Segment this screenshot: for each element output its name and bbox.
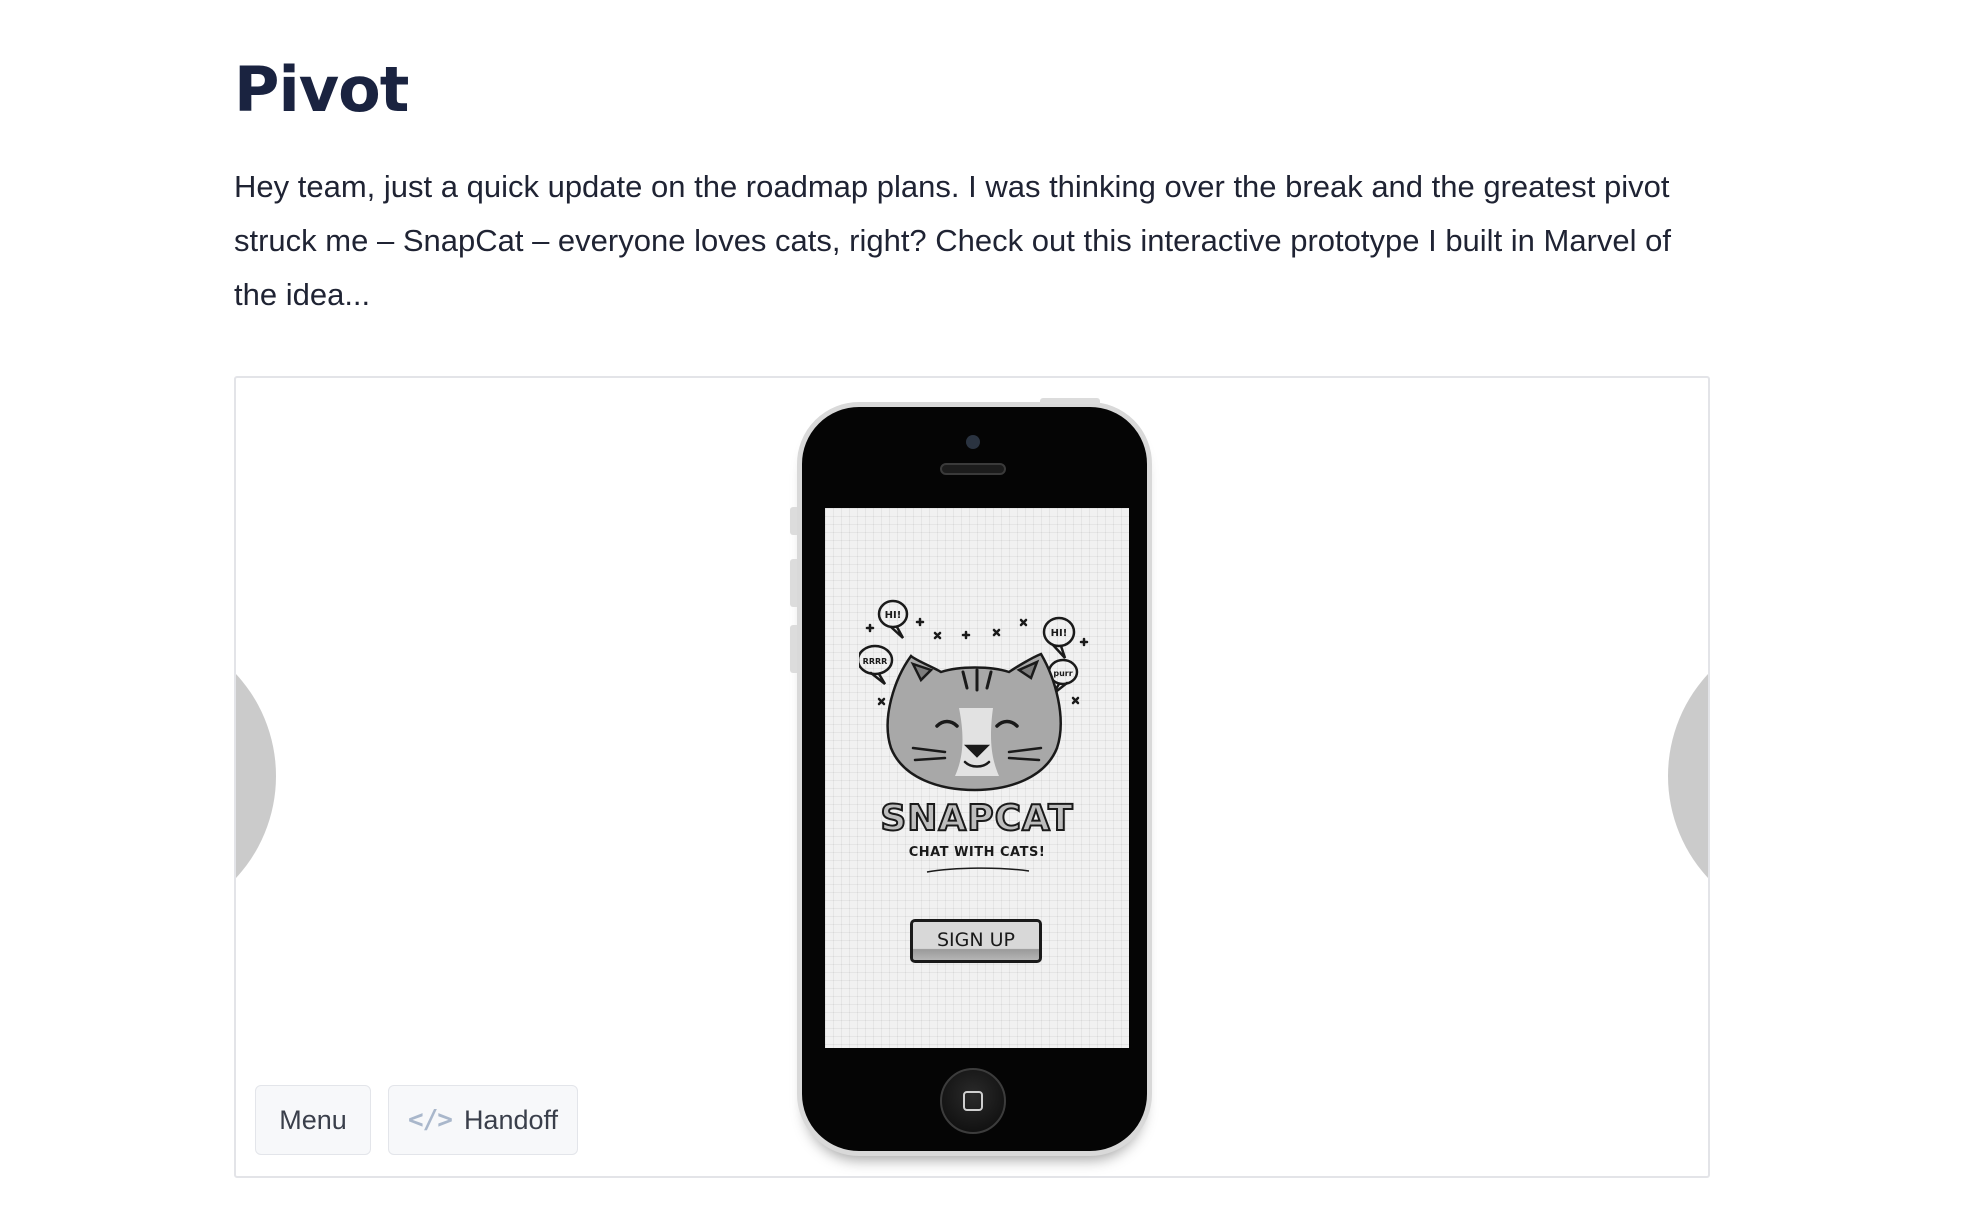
page-title: Pivot [234,53,409,126]
prototype-embed[interactable]: HI! RRRR HI! purr SNAPCAT CHAT WITH CATS… [234,376,1710,1178]
handoff-button[interactable]: </> Handoff [388,1085,578,1155]
home-square-icon [963,1091,983,1111]
tagline-underline [926,867,1030,873]
power-button [1040,398,1100,404]
previous-screen-button[interactable] [236,626,276,926]
camera [966,435,980,449]
phone-frame: HI! RRRR HI! purr SNAPCAT CHAT WITH CATS… [790,398,1152,1156]
next-screen-button[interactable] [1668,626,1708,926]
cat-illustration: HI! RRRR HI! purr [859,599,1089,792]
bubble-text: HI! [885,610,902,621]
handoff-button-label: Handoff [463,1104,559,1135]
speaker [940,463,1006,475]
app-logo-text: SNAPCAT [879,797,1074,840]
bubble-text: HI! [1051,628,1068,639]
sign-up-button[interactable]: SIGN UP [910,919,1042,963]
volume-up-button [790,559,797,607]
home-button[interactable] [940,1068,1006,1134]
volume-down-button [790,625,797,673]
bubble-text: purr [1053,669,1072,678]
intro-paragraph: Hey team, just a quick update on the roa… [234,169,1672,312]
menu-button-label: Menu [279,1104,347,1135]
bubble-text: RRRR [863,657,888,666]
mute-switch [790,507,797,535]
menu-button[interactable]: Menu [255,1085,371,1155]
phone-screen[interactable]: HI! RRRR HI! purr SNAPCAT CHAT WITH CATS… [825,508,1129,1048]
app-tagline: CHAT WITH CATS! [908,845,1046,860]
code-icon: </> [407,1105,453,1135]
